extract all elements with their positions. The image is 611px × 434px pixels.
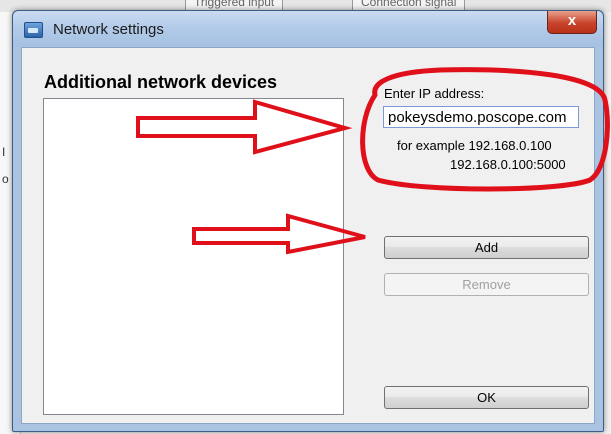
section-heading: Additional network devices: [44, 72, 278, 92]
background-left-mark: o: [2, 172, 9, 186]
network-app-icon: [24, 22, 43, 38]
background-left-mark: I: [2, 145, 6, 159]
ip-example-hint-port: 192.168.0.100:5000: [450, 157, 566, 172]
network-devices-list[interactable]: [43, 98, 344, 415]
window-titlebar[interactable]: Network settings x: [13, 11, 603, 47]
remove-button[interactable]: Remove: [384, 273, 589, 296]
ip-address-label: Enter IP address:: [384, 86, 485, 101]
ip-example-hint: for example 192.168.0.100: [397, 138, 552, 153]
close-button[interactable]: x: [547, 11, 597, 34]
dialog-body: Additional network devices Enter IP addr…: [21, 47, 595, 424]
ip-address-input[interactable]: [383, 106, 579, 128]
ok-button[interactable]: OK: [384, 386, 589, 409]
add-button[interactable]: Add: [384, 236, 589, 259]
window-title: Network settings: [53, 21, 164, 38]
network-settings-window: Network settings x Additional network de…: [12, 10, 604, 432]
